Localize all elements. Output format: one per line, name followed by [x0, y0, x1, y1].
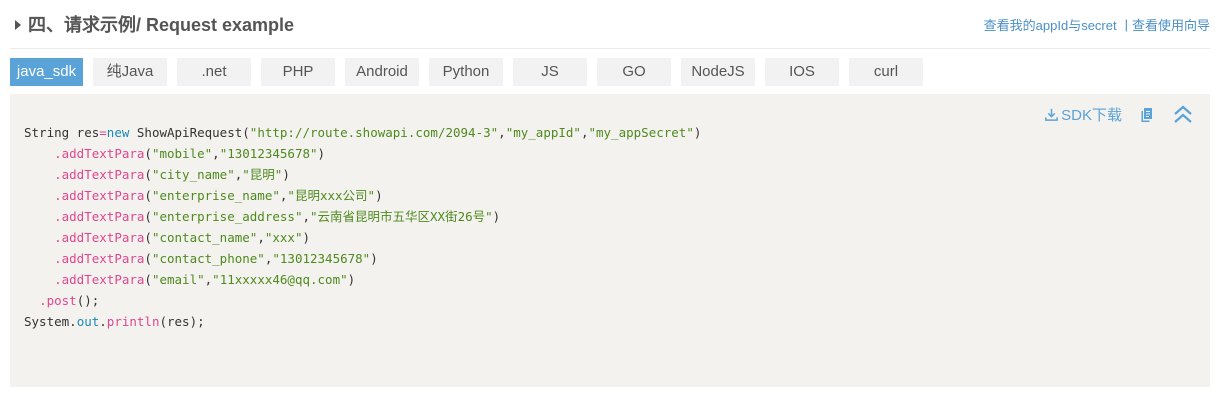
tab-go[interactable]: GO	[597, 58, 671, 86]
code-line: .post();	[39, 293, 100, 308]
view-appid-secret-link[interactable]: 查看我的appId与secret	[984, 15, 1117, 34]
request-example-section: 四、请求示例/ Request example 查看我的appId与secret…	[0, 0, 1224, 401]
link-separator: |	[1124, 16, 1128, 32]
code-line: System.out.println(res);	[24, 314, 205, 329]
code-line: .addTextPara("enterprise_name","昆明xxx公司"…	[54, 188, 383, 203]
sdk-download-label: SDK下载	[1061, 107, 1122, 124]
tab-pure-java[interactable]: 纯Java	[93, 58, 167, 86]
code-line: .addTextPara("mobile","13012345678")	[54, 146, 326, 161]
tab-android[interactable]: Android	[345, 58, 419, 86]
collapse-up-icon[interactable]	[1172, 105, 1194, 125]
view-guide-link[interactable]: 查看使用向导	[1132, 15, 1210, 34]
tab-curl[interactable]: curl	[849, 58, 923, 86]
code-line: String res=new ShowApiRequest("http://ro…	[24, 125, 702, 140]
sdk-download-button[interactable]: SDK下载	[1044, 104, 1122, 125]
code-line: .addTextPara("city_name","昆明")	[54, 167, 290, 182]
header-links: 查看我的appId与secret | 查看使用向导	[984, 15, 1210, 34]
code-line: .addTextPara("enterprise_address","云南省昆明…	[54, 209, 501, 224]
section-title: 四、请求示例/ Request example	[10, 11, 294, 37]
tab-python[interactable]: Python	[429, 58, 503, 86]
copy-icon[interactable]	[1138, 106, 1156, 124]
code-line: .addTextPara("email","11xxxxx46@qq.com")	[54, 272, 356, 287]
code-line: .addTextPara("contact_phone","1301234567…	[54, 251, 378, 266]
tab-js[interactable]: JS	[513, 58, 587, 86]
caret-right-icon	[15, 19, 21, 30]
code-line: .addTextPara("contact_name","xxx")	[54, 230, 311, 245]
tab-php[interactable]: PHP	[261, 58, 335, 86]
code-toolbar: SDK下载	[1044, 104, 1194, 125]
section-title-text: 四、请求示例/ Request example	[28, 15, 295, 35]
tab-java-sdk[interactable]: java_sdk	[10, 58, 83, 86]
download-icon	[1045, 108, 1059, 121]
tab-nodejs[interactable]: NodeJS	[681, 58, 755, 86]
code-block: String res=new ShowApiRequest("http://ro…	[24, 122, 701, 332]
language-tabs: java_sdk 纯Java .net PHP Android Python J…	[10, 58, 923, 86]
tab-ios[interactable]: IOS	[765, 58, 839, 86]
tab-dotnet[interactable]: .net	[177, 58, 251, 86]
section-header: 四、请求示例/ Request example 查看我的appId与secret…	[10, 0, 1210, 49]
code-panel: SDK下载 String res=new ShowApiRequest("htt…	[10, 94, 1210, 387]
